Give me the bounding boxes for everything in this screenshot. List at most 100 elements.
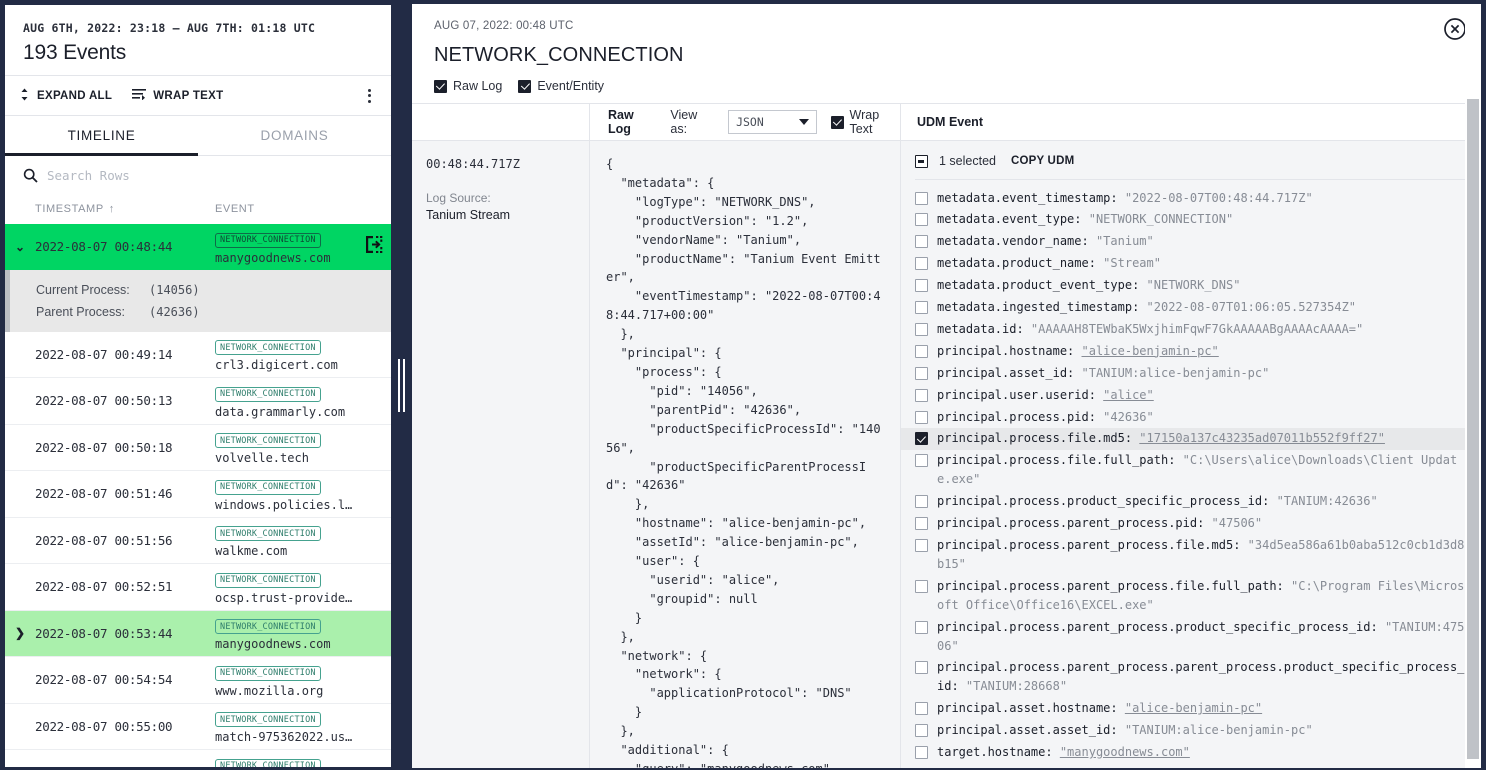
column-timestamp-label: TIMESTAMP bbox=[35, 203, 104, 215]
udm-field-list[interactable]: metadata.event_timestamp: "2022-08-07T00… bbox=[901, 180, 1481, 768]
udm-field-row[interactable]: metadata.ingested_timestamp: "2022-08-07… bbox=[901, 297, 1481, 319]
table-row[interactable]: ⌄2022-08-07 00:48:44NETWORK_CONNECTIONma… bbox=[5, 224, 391, 270]
udm-field-checkbox[interactable] bbox=[915, 301, 928, 314]
open-in-new-icon[interactable] bbox=[355, 235, 391, 259]
toggle-event-entity[interactable]: Event/Entity bbox=[518, 79, 604, 93]
udm-field-row[interactable]: metadata.id: "AAAAAH8TEWbaK5WxjhimFqwF7G… bbox=[901, 318, 1481, 340]
udm-field-row[interactable]: target.hostname: "manygoodnews.com" bbox=[901, 742, 1481, 764]
udm-field-checkbox[interactable] bbox=[915, 495, 928, 508]
tab-timeline[interactable]: TIMELINE bbox=[5, 116, 198, 155]
more-options-icon[interactable] bbox=[362, 86, 377, 105]
udm-field-checkbox[interactable] bbox=[915, 235, 928, 248]
udm-field-checkbox[interactable] bbox=[915, 192, 928, 205]
udm-field-row[interactable]: metadata.product_name: "Stream" bbox=[901, 253, 1481, 275]
udm-select-all-checkbox[interactable] bbox=[915, 155, 928, 168]
udm-field-row[interactable]: principal.process.parent_process.pid: "4… bbox=[901, 513, 1481, 535]
udm-field-row[interactable]: metadata.vendor_name: "Tanium" bbox=[901, 231, 1481, 253]
tab-domains[interactable]: DOMAINS bbox=[198, 116, 391, 155]
udm-field-row[interactable]: principal.process.file.md5: "17150a137c4… bbox=[901, 428, 1481, 450]
copy-udm-button[interactable]: COPY UDM bbox=[1011, 155, 1074, 167]
detail-scrollbar[interactable] bbox=[1465, 4, 1481, 768]
udm-field-text: principal.process.parent_process.pid: "4… bbox=[937, 514, 1467, 533]
udm-field-checkbox[interactable] bbox=[915, 323, 928, 336]
udm-field-value[interactable]: "alice" bbox=[1103, 388, 1154, 402]
udm-field-row[interactable]: principal.asset.asset_id: "TANIUM:alice-… bbox=[901, 720, 1481, 742]
table-row[interactable]: 2022-08-07 00:51:46NETWORK_CONNECTIONwin… bbox=[5, 471, 391, 518]
row-timestamp: 2022-08-07 00:51:56 bbox=[35, 533, 215, 548]
udm-field-text: principal.asset.asset_id: "TANIUM:alice-… bbox=[937, 721, 1467, 740]
panel-splitter[interactable] bbox=[391, 0, 412, 770]
udm-field-value[interactable]: "17150a137c43235ad07011b552f9ff27" bbox=[1139, 431, 1385, 445]
udm-field-checkbox[interactable] bbox=[915, 661, 928, 674]
udm-field-row[interactable]: principal.process.parent_process.file.md… bbox=[901, 535, 1481, 576]
udm-field-checkbox[interactable] bbox=[915, 389, 928, 402]
udm-field-row[interactable]: principal.process.product_specific_proce… bbox=[901, 491, 1481, 513]
udm-field-row[interactable]: target.process.pid: "14056" bbox=[901, 763, 1481, 768]
udm-field-checkbox[interactable] bbox=[915, 345, 928, 358]
udm-field-row[interactable]: principal.process.parent_process.parent_… bbox=[901, 657, 1481, 698]
table-row[interactable]: ❯2022-08-07 00:53:44NETWORK_CONNECTIONma… bbox=[5, 611, 391, 658]
udm-field-checkbox[interactable] bbox=[915, 746, 928, 759]
udm-field-text: principal.user.userid: "alice" bbox=[937, 386, 1467, 405]
row-domain: walkme.com bbox=[215, 544, 355, 558]
udm-field-row[interactable]: metadata.event_type: "NETWORK_CONNECTION… bbox=[901, 209, 1481, 231]
udm-field-row[interactable]: principal.process.parent_process.file.fu… bbox=[901, 575, 1481, 616]
column-timestamp[interactable]: TIMESTAMP ↑ bbox=[35, 203, 215, 215]
udm-field-checkbox[interactable] bbox=[915, 432, 928, 445]
table-row[interactable]: 2022-08-07 00:55:31NETWORK_CONNECTIONany… bbox=[5, 750, 391, 767]
event-list[interactable]: ⌄2022-08-07 00:48:44NETWORK_CONNECTIONma… bbox=[5, 224, 391, 767]
udm-field-row[interactable]: principal.user.userid: "alice" bbox=[901, 384, 1481, 406]
raw-log-checkbox[interactable] bbox=[434, 80, 447, 93]
udm-field-checkbox[interactable] bbox=[915, 724, 928, 737]
table-row[interactable]: 2022-08-07 00:50:18NETWORK_CONNECTIONvol… bbox=[5, 425, 391, 472]
table-row[interactable]: 2022-08-07 00:50:13NETWORK_CONNECTIONdat… bbox=[5, 378, 391, 425]
udm-field-row[interactable]: metadata.event_timestamp: "2022-08-07T00… bbox=[901, 187, 1481, 209]
table-row[interactable]: 2022-08-07 00:54:54NETWORK_CONNECTIONwww… bbox=[5, 657, 391, 704]
wrap-text-button[interactable]: WRAP TEXT bbox=[132, 88, 223, 103]
udm-field-checkbox[interactable] bbox=[915, 539, 928, 552]
udm-field-value[interactable]: "alice-benjamin-pc" bbox=[1082, 344, 1219, 358]
expand-all-label: EXPAND ALL bbox=[37, 90, 112, 102]
toggle-wrap-text[interactable]: Wrap Text bbox=[831, 108, 900, 136]
status-badge: NETWORK_CONNECTION bbox=[215, 619, 321, 634]
table-row[interactable]: 2022-08-07 00:55:00NETWORK_CONNECTIONmat… bbox=[5, 704, 391, 751]
udm-field-text: principal.process.parent_process.product… bbox=[937, 618, 1467, 656]
udm-field-checkbox[interactable] bbox=[915, 367, 928, 380]
current-process-row: Current Process:(14056) bbox=[10, 279, 391, 301]
udm-field-row[interactable]: principal.process.file.full_path: "C:\Us… bbox=[901, 450, 1481, 491]
row-expand-icon[interactable]: ⌄ bbox=[5, 240, 35, 254]
toggle-raw-log[interactable]: Raw Log bbox=[434, 79, 502, 93]
udm-field-row[interactable]: principal.process.pid: "42636" bbox=[901, 406, 1481, 428]
search-input[interactable] bbox=[47, 168, 373, 183]
udm-field-checkbox[interactable] bbox=[915, 580, 928, 593]
udm-field-checkbox[interactable] bbox=[915, 257, 928, 270]
udm-field-value[interactable]: "manygoodnews.com" bbox=[1060, 745, 1190, 759]
udm-field-value: "34d5ea586a61b0aba512c0cb1d3d8b15" bbox=[937, 538, 1464, 571]
table-row[interactable]: 2022-08-07 00:52:51NETWORK_CONNECTIONocs… bbox=[5, 564, 391, 611]
udm-field-checkbox[interactable] bbox=[915, 279, 928, 292]
splitter-grip-icon bbox=[398, 359, 405, 412]
view-as-select[interactable]: JSON bbox=[728, 110, 816, 134]
udm-field-checkbox[interactable] bbox=[915, 621, 928, 634]
row-domain: crl3.digicert.com bbox=[215, 358, 355, 372]
log-source-label: Log Source: bbox=[426, 191, 575, 205]
row-domain: windows.policies.live… bbox=[215, 498, 355, 512]
expand-all-button[interactable]: EXPAND ALL bbox=[19, 88, 112, 104]
udm-field-checkbox[interactable] bbox=[915, 454, 928, 467]
udm-field-checkbox[interactable] bbox=[915, 517, 928, 530]
udm-field-value[interactable]: "alice-benjamin-pc" bbox=[1125, 701, 1262, 715]
udm-field-checkbox[interactable] bbox=[915, 411, 928, 424]
udm-field-row[interactable]: metadata.product_event_type: "NETWORK_DN… bbox=[901, 275, 1481, 297]
close-icon[interactable] bbox=[1443, 17, 1467, 46]
row-expand-icon[interactable]: ❯ bbox=[5, 626, 35, 640]
table-row[interactable]: 2022-08-07 00:49:14NETWORK_CONNECTIONcrl… bbox=[5, 332, 391, 379]
udm-field-row[interactable]: principal.process.parent_process.product… bbox=[901, 616, 1481, 657]
table-row[interactable]: 2022-08-07 00:51:56NETWORK_CONNECTIONwal… bbox=[5, 518, 391, 565]
udm-field-checkbox[interactable] bbox=[915, 213, 928, 226]
wrap-text-checkbox[interactable] bbox=[831, 116, 844, 129]
udm-field-row[interactable]: principal.asset.hostname: "alice-benjami… bbox=[901, 698, 1481, 720]
udm-field-row[interactable]: principal.asset_id: "TANIUM:alice-benjam… bbox=[901, 362, 1481, 384]
udm-field-row[interactable]: principal.hostname: "alice-benjamin-pc" bbox=[901, 340, 1481, 362]
udm-field-checkbox[interactable] bbox=[915, 702, 928, 715]
event-entity-checkbox[interactable] bbox=[518, 80, 531, 93]
